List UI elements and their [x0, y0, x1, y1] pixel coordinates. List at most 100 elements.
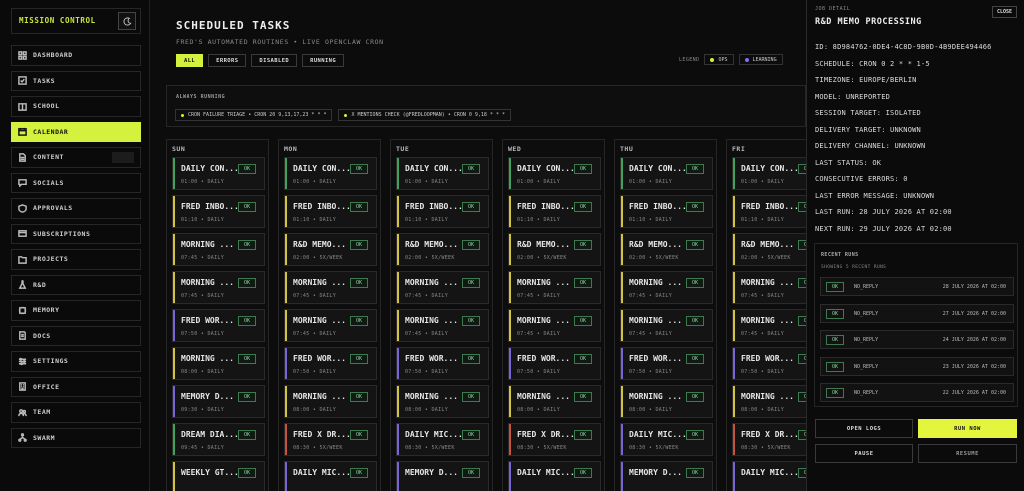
sidebar-item-settings[interactable]: SETTINGS — [11, 351, 141, 372]
always-running-item[interactable]: CRON FAILURE TRIAGE • CRON 20 9,13,17,23… — [175, 109, 333, 121]
filter-errors-button[interactable]: ERRORS — [208, 54, 247, 67]
task-card[interactable]: MORNING ... 07:45 • DAILY OK — [172, 271, 265, 304]
task-card[interactable]: MORNING ... 07:45 • DAILY OK — [172, 233, 265, 266]
task-card[interactable]: WEEKLY GT... OK — [172, 461, 265, 491]
sidebar-item-r-d[interactable]: R&D — [11, 274, 141, 295]
task-card[interactable]: R&D MEMO... 02:00 • 5X/WEEK OK — [508, 233, 601, 266]
task-card[interactable]: DAILY MIC... 08:30 • 5X/WEEK OK — [396, 423, 489, 456]
task-card[interactable]: DAILY CON... 01:00 • DAILY OK — [620, 157, 713, 190]
sidebar-item-school[interactable]: SCHOOL — [11, 96, 141, 117]
task-category-bar — [509, 348, 511, 379]
task-category-bar — [509, 234, 511, 265]
task-category-bar — [397, 424, 399, 455]
task-card[interactable]: DAILY MIC...OK — [284, 461, 377, 491]
task-card[interactable]: DAILY CON... 01:00 • DAILY OK — [396, 157, 489, 190]
recent-run-row[interactable]: OK NO_REPLY 23 JULY 2026 AT 02:00 — [820, 356, 1014, 376]
task-card[interactable]: FRED INBO... 01:10 • DAILY OK — [508, 195, 601, 228]
sidebar-item-calendar[interactable]: CALENDAR — [11, 121, 141, 142]
sidebar-item-socials[interactable]: SOCIALS — [11, 172, 141, 193]
task-card[interactable]: R&D MEMO... 02:00 • 5X/WEEK OK — [396, 233, 489, 266]
recent-run-row[interactable]: OK NO_REPLY 27 JULY 2026 AT 02:00 — [820, 303, 1014, 323]
task-card[interactable]: DAILY CON... 01:00 • DAILY OK — [284, 157, 377, 190]
task-card[interactable]: DAILY CON... 01:00 • DAILY OK — [732, 157, 806, 190]
task-card[interactable]: MEMORY D... OK — [620, 461, 713, 491]
sidebar-item-dashboard[interactable]: DASHBOARD — [11, 45, 141, 66]
status-dot — [344, 113, 348, 117]
resume-button[interactable]: RESUME — [918, 444, 1017, 463]
task-name: DAILY CON... — [405, 164, 463, 173]
sidebar-item-swarm[interactable]: SWARM — [11, 427, 141, 448]
task-card[interactable]: DAILY CON... 01:00 • DAILY OK — [508, 157, 601, 190]
task-card[interactable]: FRED INBO... 01:10 • DAILY OK — [732, 195, 806, 228]
sidebar-item-docs[interactable]: DOCS — [11, 325, 141, 346]
task-card[interactable]: MORNING ... 08:00 • DAILY OK — [620, 385, 713, 418]
recent-run-row[interactable]: OK NO_REPLY 28 JULY 2026 AT 02:00 — [820, 277, 1014, 296]
sidebar-item-team[interactable]: TEAM — [11, 402, 141, 423]
task-card[interactable]: MORNING ... 07:45 • DAILY OK — [508, 271, 601, 304]
task-card[interactable]: MORNING ... 08:00 • DAILY OK — [284, 385, 377, 418]
task-card[interactable]: FRED WOR... 07:50 • DAILY OK — [508, 347, 601, 380]
task-card[interactable]: MORNING ... 07:45 • DAILY OK — [284, 309, 377, 342]
task-card[interactable]: MORNING ... 08:00 • DAILY OK — [172, 347, 265, 380]
redacted-badge — [112, 152, 134, 163]
open-logs-button[interactable]: OPEN LOGS — [815, 419, 913, 438]
task-card[interactable]: DAILY CON... 01:00 • DAILY OK — [172, 157, 265, 190]
sidebar-item-content[interactable]: CONTENT — [11, 147, 141, 168]
task-card[interactable]: MORNING ... 07:45 • DAILY OK — [396, 309, 489, 342]
task-card[interactable]: MEMORY D... 09:30 • DAILY OK — [172, 385, 265, 418]
task-card[interactable]: MORNING ... 07:45 • DAILY OK — [620, 271, 713, 304]
sidebar-item-label: SWARM — [33, 433, 56, 442]
task-card[interactable]: FRED WOR... 07:50 • DAILY OK — [172, 309, 265, 342]
day-header: WED — [508, 145, 522, 153]
sidebar-item-label: PROJECTS — [33, 255, 69, 264]
task-schedule: 07:45 • DAILY — [629, 293, 673, 299]
sidebar-item-approvals[interactable]: APPROVALS — [11, 198, 141, 219]
always-running-item[interactable]: X MENTIONS CHECK (@FREDLOOPMAN) • CRON 0… — [338, 109, 512, 121]
pause-button[interactable]: PAUSE — [815, 444, 913, 463]
task-card[interactable]: R&D MEMO... 02:00 • 5X/WEEK OK — [732, 233, 806, 266]
task-card[interactable]: DAILY MIC...OK — [508, 461, 601, 491]
task-card[interactable]: FRED INBO... 01:10 • DAILY OK — [284, 195, 377, 228]
task-card[interactable]: FRED X DR... 08:30 • 5X/WEEK OK — [508, 423, 601, 456]
task-card[interactable]: R&D MEMO... 02:00 • 5X/WEEK OK — [284, 233, 377, 266]
task-card[interactable]: MEMORY D... OK — [396, 461, 489, 491]
sidebar-item-tasks[interactable]: TASKS — [11, 70, 141, 91]
theme-toggle-button[interactable] — [118, 12, 136, 30]
sidebar-item-memory[interactable]: MEMORY — [11, 300, 141, 321]
sidebar-item-projects[interactable]: PROJECTS — [11, 249, 141, 270]
task-card[interactable]: DAILY MIC...OK — [732, 461, 806, 491]
task-card[interactable]: FRED WOR... 07:50 • DAILY OK — [620, 347, 713, 380]
task-card[interactable]: MORNING ... 08:00 • DAILY OK — [396, 385, 489, 418]
status-badge: OK — [350, 202, 368, 212]
sidebar-item-office[interactable]: OFFICE — [11, 376, 141, 397]
task-card[interactable]: DREAM DIA... 09:45 • DAILY OK — [172, 423, 265, 456]
task-card[interactable]: MORNING ... 07:45 • DAILY OK — [508, 309, 601, 342]
task-card[interactable]: MORNING ... 07:45 • DAILY OK — [284, 271, 377, 304]
task-card[interactable]: FRED X DR... 08:30 • 5X/WEEK OK — [732, 423, 806, 456]
task-card[interactable]: FRED INBO... 01:10 • DAILY OK — [172, 195, 265, 228]
task-card[interactable]: FRED WOR... 07:50 • DAILY OK — [396, 347, 489, 380]
task-card[interactable]: MORNING ... 07:45 • DAILY OK — [396, 271, 489, 304]
task-schedule: 07:45 • DAILY — [517, 293, 561, 299]
task-card[interactable]: R&D MEMO... 02:00 • 5X/WEEK OK — [620, 233, 713, 266]
task-card[interactable]: MORNING ... 07:45 • DAILY OK — [732, 271, 806, 304]
close-button[interactable]: CLOSE — [991, 6, 1017, 18]
task-card[interactable]: MORNING ... 08:00 • DAILY OK — [508, 385, 601, 418]
sidebar-item-subscriptions[interactable]: SUBSCRIPTIONS — [11, 223, 141, 244]
filter-running-button[interactable]: RUNNING — [302, 54, 345, 67]
recent-run-row[interactable]: OK NO_REPLY 24 JULY 2026 AT 02:00 — [820, 330, 1014, 349]
task-card[interactable]: MORNING ... 08:00 • DAILY OK — [732, 385, 806, 418]
task-card[interactable]: FRED WOR... 07:50 • DAILY OK — [284, 347, 377, 380]
task-card[interactable]: MORNING ... 07:45 • DAILY OK — [620, 309, 713, 342]
task-card[interactable]: DAILY MIC... 08:30 • 5X/WEEK OK — [620, 423, 713, 456]
task-card[interactable]: FRED INBO... 01:10 • DAILY OK — [620, 195, 713, 228]
task-card[interactable]: MORNING ... 07:45 • DAILY OK — [732, 309, 806, 342]
task-card[interactable]: FRED WOR... 07:50 • DAILY OK — [732, 347, 806, 380]
task-card[interactable]: FRED X DR... 08:30 • 5X/WEEK OK — [284, 423, 377, 456]
day-column-mon: MON DAILY CON... 01:00 • DAILY OK FRED INBO.… — [278, 139, 381, 491]
task-card[interactable]: FRED INBO... 01:10 • DAILY OK — [396, 195, 489, 228]
run-now-button[interactable]: RUN NOW — [918, 419, 1017, 438]
filter-disabled-button[interactable]: DISABLED — [251, 54, 298, 67]
recent-run-row[interactable]: OK NO_REPLY 22 JULY 2026 AT 02:00 — [820, 383, 1014, 402]
filter-all-button[interactable]: ALL — [176, 54, 204, 67]
